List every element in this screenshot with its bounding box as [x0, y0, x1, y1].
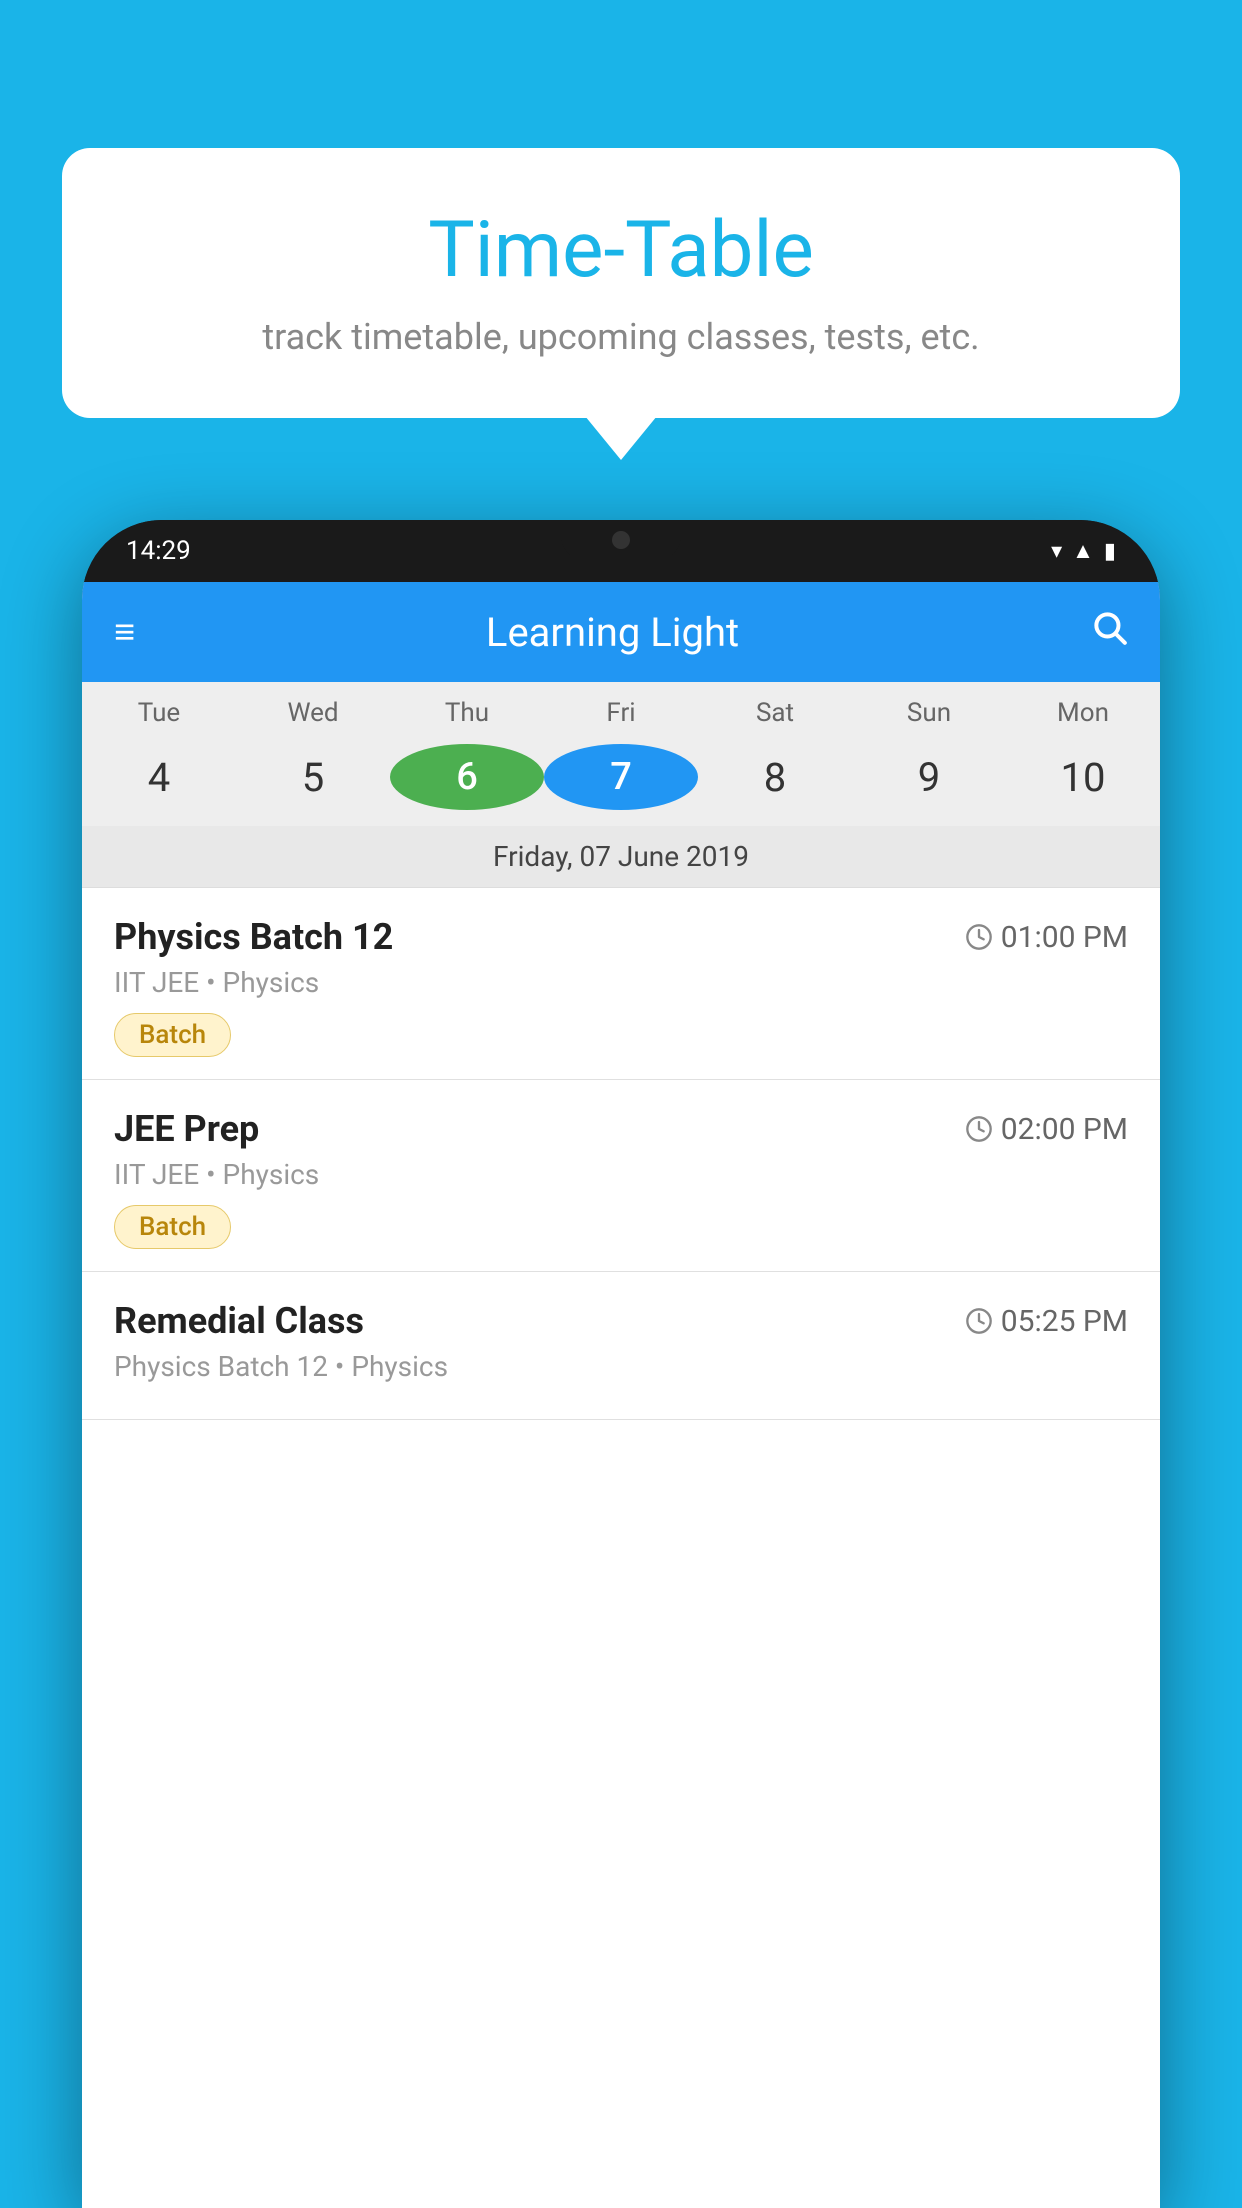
day-numbers: 4 5 6 7 8 9 10 [82, 736, 1160, 826]
schedule-list[interactable]: Physics Batch 12 01:00 PM IIT JEE • Phys… [82, 888, 1160, 2208]
day-7-selected[interactable]: 7 [544, 744, 698, 810]
schedule-item-2-top: JEE Prep 02:00 PM [114, 1108, 1128, 1150]
schedule-item-1-time: 01:00 PM [965, 920, 1128, 955]
schedule-item-1-meta: IIT JEE • Physics [114, 966, 1128, 999]
day-header-mon: Mon [1006, 698, 1160, 728]
schedule-item-2-meta: IIT JEE • Physics [114, 1158, 1128, 1191]
schedule-item-3-time: 05:25 PM [965, 1304, 1128, 1339]
day-9[interactable]: 9 [852, 744, 1006, 810]
app-title: Learning Light [486, 609, 739, 656]
notch [561, 520, 681, 560]
front-camera [612, 531, 630, 549]
search-button[interactable] [1090, 608, 1128, 656]
schedule-item-1-top: Physics Batch 12 01:00 PM [114, 916, 1128, 958]
day-8[interactable]: 8 [698, 744, 852, 810]
day-header-fri: Fri [544, 698, 698, 728]
day-header-sun: Sun [852, 698, 1006, 728]
clock-icon-2 [965, 1115, 993, 1143]
clock-icon-3 [965, 1307, 993, 1335]
speech-bubble: Time-Table track timetable, upcoming cla… [62, 148, 1180, 418]
day-10[interactable]: 10 [1006, 744, 1160, 810]
phone-screen: ≡ Learning Light Tue Wed Thu Fri Sat Sun… [82, 582, 1160, 2208]
batch-badge-1: Batch [114, 1013, 231, 1057]
day-header-thu: Thu [390, 698, 544, 728]
day-5[interactable]: 5 [236, 744, 390, 810]
calendar-strip: Tue Wed Thu Fri Sat Sun Mon 4 5 6 7 8 9 … [82, 682, 1160, 888]
day-headers: Tue Wed Thu Fri Sat Sun Mon [82, 682, 1160, 736]
bubble-title: Time-Table [102, 208, 1140, 294]
schedule-item-2-name: JEE Prep [114, 1108, 259, 1150]
day-header-sat: Sat [698, 698, 852, 728]
schedule-item-3[interactable]: Remedial Class 05:25 PM Physics Batch 12… [82, 1272, 1160, 1420]
schedule-item-2-time: 02:00 PM [965, 1112, 1128, 1147]
schedule-item-3-meta: Physics Batch 12 • Physics [114, 1350, 1128, 1383]
clock-icon-1 [965, 923, 993, 951]
speech-bubble-container: Time-Table track timetable, upcoming cla… [62, 148, 1180, 418]
bubble-subtitle: track timetable, upcoming classes, tests… [102, 316, 1140, 358]
schedule-item-2[interactable]: JEE Prep 02:00 PM IIT JEE • Physics Batc… [82, 1080, 1160, 1272]
status-bar: 14:29 ▾ ▲ ▮ [82, 520, 1160, 582]
day-header-tue: Tue [82, 698, 236, 728]
battery-icon: ▮ [1104, 539, 1116, 564]
schedule-item-3-top: Remedial Class 05:25 PM [114, 1300, 1128, 1342]
day-4[interactable]: 4 [82, 744, 236, 810]
schedule-item-1[interactable]: Physics Batch 12 01:00 PM IIT JEE • Phys… [82, 888, 1160, 1080]
selected-date-label: Friday, 07 June 2019 [82, 826, 1160, 888]
schedule-item-1-name: Physics Batch 12 [114, 916, 393, 958]
day-6-today[interactable]: 6 [390, 744, 544, 810]
signal-icon: ▲ [1072, 538, 1094, 564]
wifi-icon: ▾ [1051, 539, 1062, 564]
status-icons: ▾ ▲ ▮ [1051, 538, 1116, 564]
app-bar: ≡ Learning Light [82, 582, 1160, 682]
batch-badge-2: Batch [114, 1205, 231, 1249]
status-time: 14:29 [126, 536, 191, 566]
phone-frame: 14:29 ▾ ▲ ▮ ≡ Learning Light Tue [82, 520, 1160, 2208]
schedule-item-3-name: Remedial Class [114, 1300, 364, 1342]
hamburger-menu-icon[interactable]: ≡ [114, 614, 135, 650]
day-header-wed: Wed [236, 698, 390, 728]
